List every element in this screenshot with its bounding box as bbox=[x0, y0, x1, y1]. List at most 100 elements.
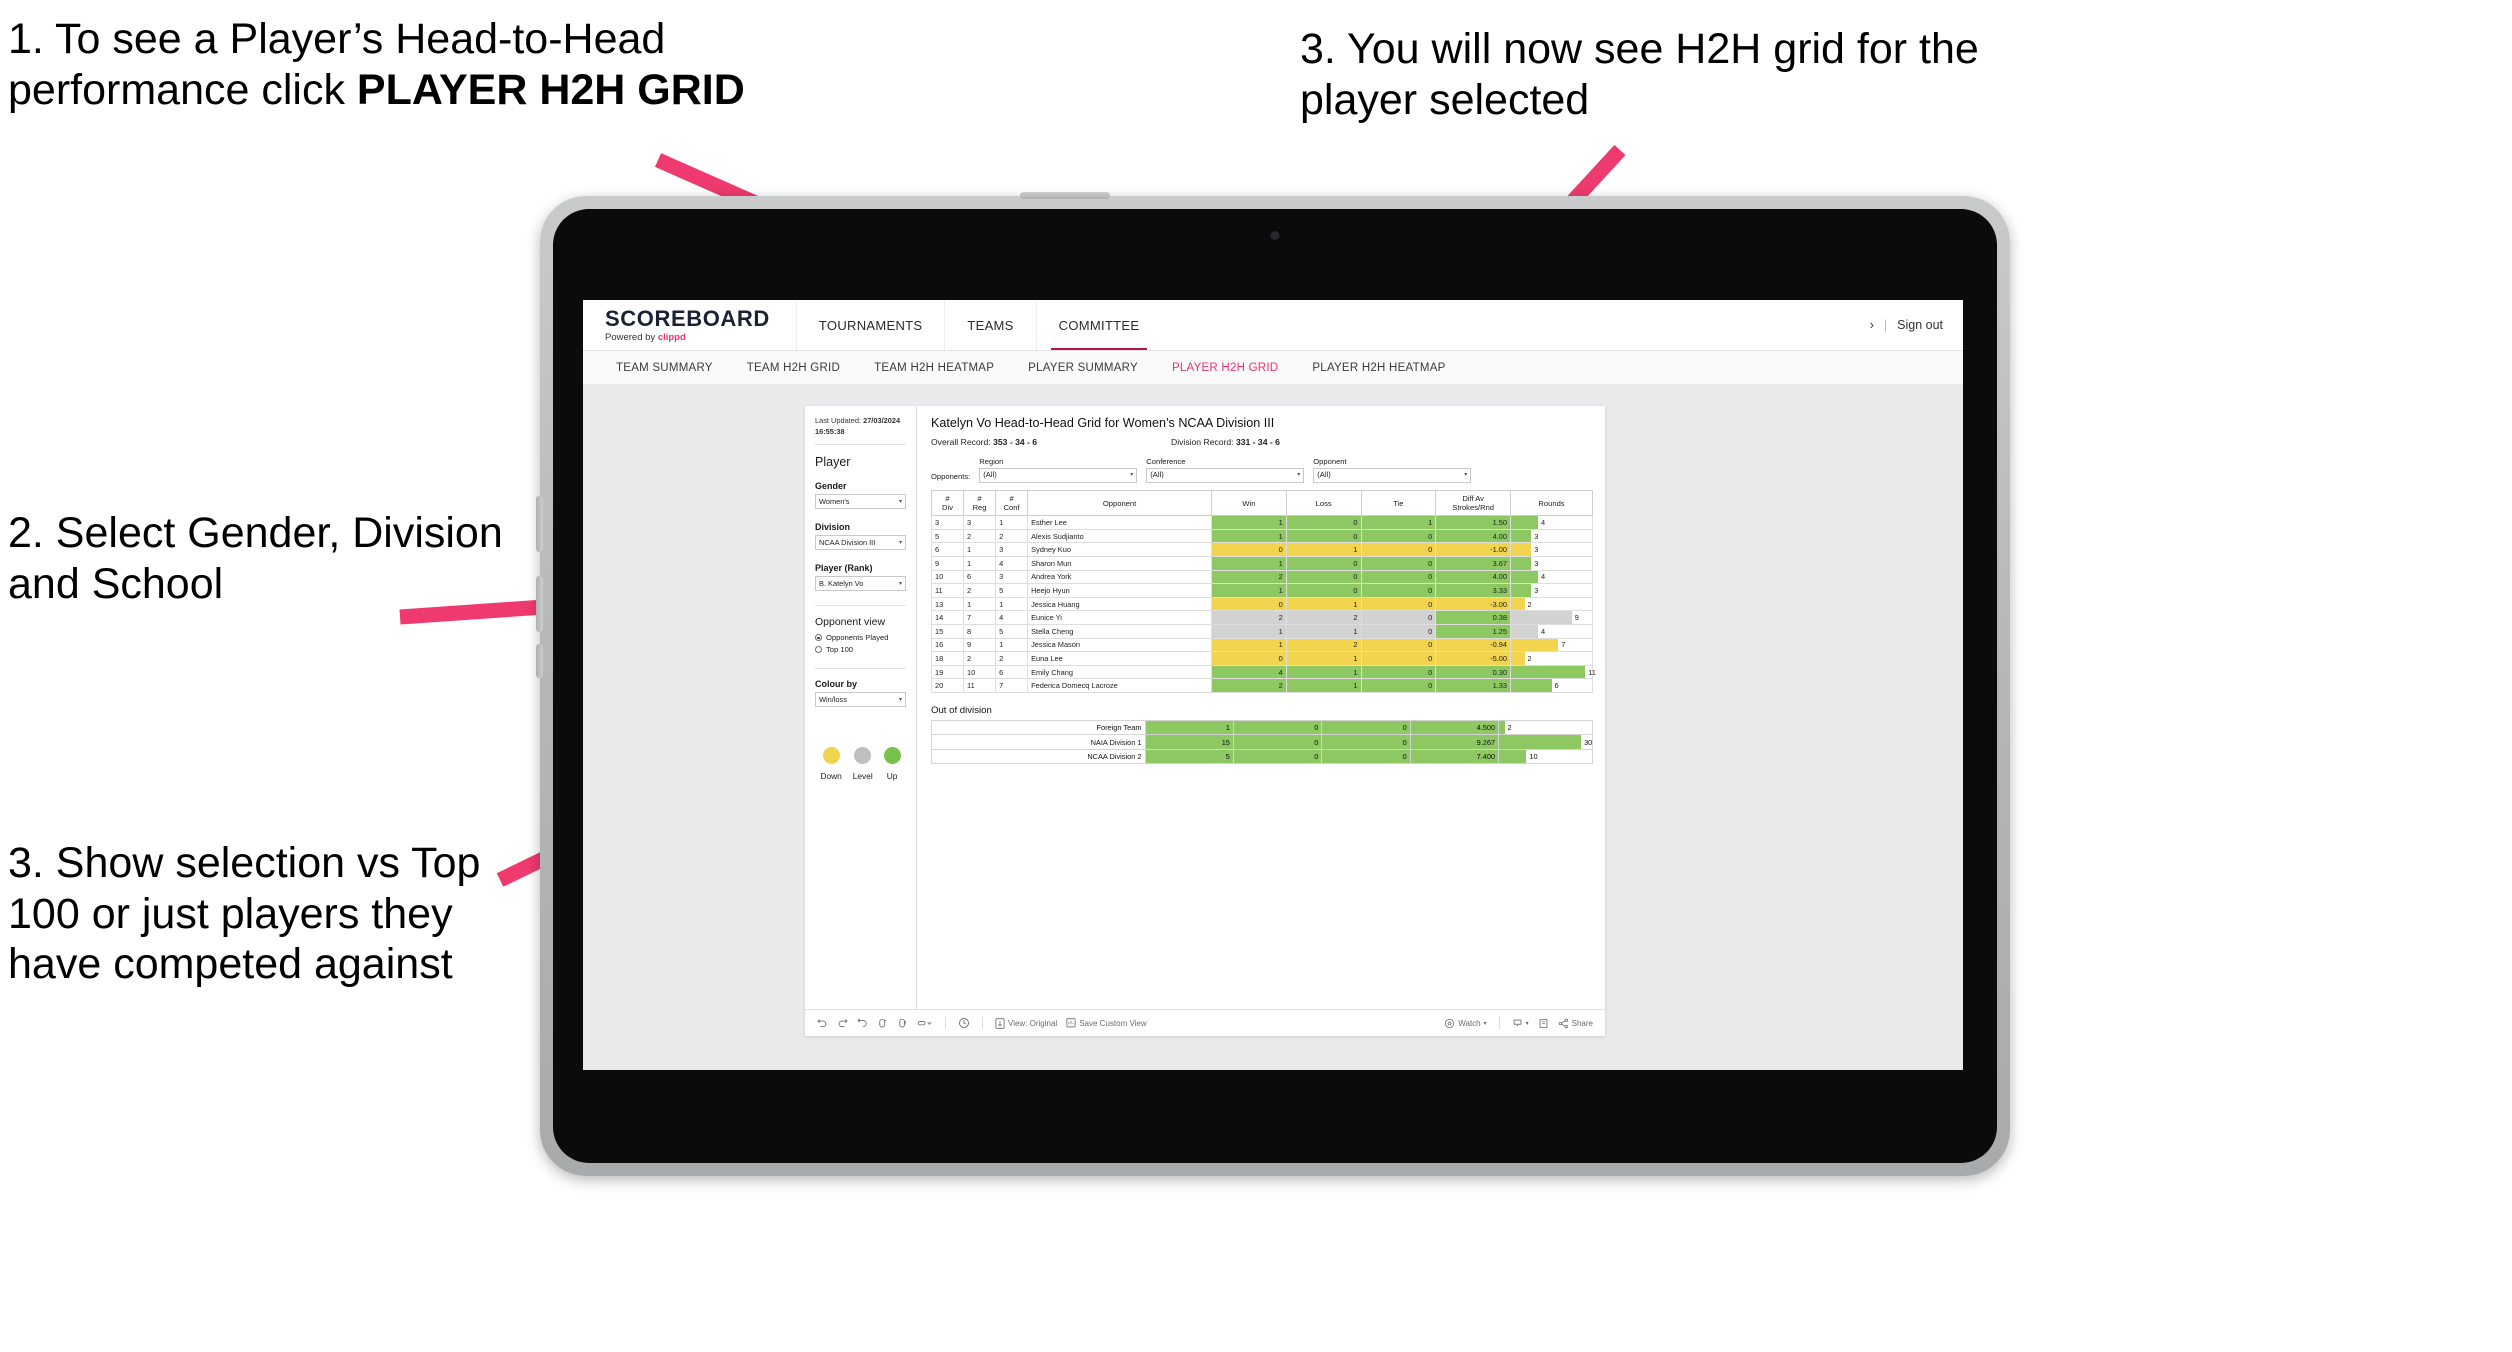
table-row[interactable]: 20 11 7 Federica Domecq Lacroze 2 1 0 1.33 6 bbox=[930, 678, 1593, 693]
chevron-down-icon: ▾ bbox=[898, 581, 902, 588]
conference-select[interactable]: (All) ▾ bbox=[1146, 468, 1305, 483]
col-loss[interactable]: Loss bbox=[1285, 489, 1362, 517]
legend-up-swatch bbox=[883, 747, 901, 765]
opponent-view-heading: Opponent view bbox=[815, 616, 886, 629]
subnav-player-summary[interactable]: PLAYER SUMMARY bbox=[1011, 362, 1155, 374]
sign-out-link[interactable]: Sign out bbox=[1897, 318, 1943, 332]
radio-unselected-icon bbox=[815, 646, 822, 654]
chevron-down-icon: ▾ bbox=[1464, 472, 1468, 478]
table-row[interactable]: 5 2 2 Alexis Sudjianto 1 0 0 4.00 3 bbox=[930, 528, 1593, 544]
table-row[interactable]: 15 8 5 Stella Cheng 1 1 0 1.25 4 bbox=[930, 623, 1593, 639]
view-original-button[interactable]: View: Original bbox=[995, 1017, 1057, 1029]
shape-dropdown-icon[interactable] bbox=[917, 1018, 933, 1029]
table-row[interactable]: 6 1 3 Sydney Kuo 0 1 0 -1.00 3 bbox=[930, 542, 1593, 557]
subnav-team-h2h-heatmap[interactable]: TEAM H2H HEATMAP bbox=[857, 362, 1011, 374]
legend-level-label: Level bbox=[852, 771, 873, 782]
cell-diff: 3.67 bbox=[1435, 556, 1512, 571]
gender-label: Gender bbox=[815, 481, 847, 492]
table-row[interactable]: 13 1 1 Jessica Huang 0 1 0 -3.00 2 bbox=[930, 596, 1593, 612]
download-button[interactable]: ▾ bbox=[1512, 1018, 1529, 1029]
revert-icon[interactable] bbox=[857, 1017, 868, 1029]
watch-button[interactable]: Watch ▾ bbox=[1444, 1018, 1487, 1029]
last-updated-label: Last Updated: bbox=[815, 416, 864, 425]
redo-icon[interactable] bbox=[837, 1018, 848, 1029]
history-icon[interactable] bbox=[958, 1017, 970, 1029]
table-row[interactable]: NCAA Division 2 5 0 0 7.400 10 bbox=[931, 748, 1593, 765]
cell-reg: 9 bbox=[963, 637, 997, 653]
cell-win: 0 bbox=[1211, 596, 1287, 612]
cell-win: 2 bbox=[1211, 678, 1287, 693]
colour-by-select[interactable]: Win/loss ▾ bbox=[815, 692, 906, 708]
col-conf[interactable]: # Conf bbox=[995, 489, 1029, 517]
nav-tournaments[interactable]: TOURNAMENTS bbox=[795, 300, 944, 350]
brand-tagline-prefix: Powered by bbox=[605, 331, 658, 343]
cell-opponent: Sydney Kuo bbox=[1027, 542, 1213, 557]
cell-rounds: 4 bbox=[1510, 515, 1593, 530]
chevron-right-icon[interactable]: › bbox=[1870, 318, 1874, 332]
refresh-icon[interactable] bbox=[877, 1018, 888, 1029]
save-custom-view-button[interactable]: Save Custom View bbox=[1066, 1017, 1147, 1029]
opponent-label: Opponent bbox=[1313, 457, 1347, 466]
overall-record: Overall Record: 353 - 34 - 6 bbox=[931, 437, 1171, 447]
table-row[interactable]: 16 9 1 Jessica Mason 1 2 0 -0.94 7 bbox=[930, 637, 1593, 653]
cell-rounds: 6 bbox=[1510, 678, 1593, 693]
table-row[interactable]: 14 7 4 Eunice Yi 2 2 0 0.38 9 bbox=[930, 610, 1593, 625]
table-row[interactable]: 18 2 2 Euna Lee 0 1 0 -5.00 2 bbox=[930, 651, 1593, 666]
table-row[interactable]: NAIA Division 1 15 0 0 9.267 30 bbox=[931, 734, 1593, 750]
table-row[interactable]: 9 1 4 Sharon Mun 1 0 0 3.67 3 bbox=[930, 556, 1593, 571]
cell-diff: 0.38 bbox=[1435, 610, 1512, 625]
cell-opponent: Euna Lee bbox=[1027, 651, 1213, 666]
nav-committee[interactable]: COMMITTEE bbox=[1035, 300, 1162, 350]
col-reg[interactable]: # Reg bbox=[963, 489, 997, 517]
conference-label: Conference bbox=[1146, 457, 1186, 466]
cell-tie: 0 bbox=[1360, 623, 1437, 639]
col-div[interactable]: # Div bbox=[930, 489, 965, 517]
opponent-select[interactable]: (All) ▾ bbox=[1313, 468, 1472, 483]
player-section-heading: Player bbox=[815, 455, 851, 470]
chevron-down-icon: ▾ bbox=[1525, 1020, 1529, 1027]
legend-level-swatch bbox=[854, 747, 872, 765]
cell-tie: 0 bbox=[1360, 556, 1437, 571]
cell-diff: -5.00 bbox=[1435, 651, 1512, 666]
cell-tie: 0 bbox=[1360, 569, 1437, 585]
cell-rounds: 11 bbox=[1510, 664, 1596, 680]
table-row[interactable]: 11 2 5 Heejo Hyun 1 0 0 3.33 3 bbox=[930, 583, 1593, 598]
table-row[interactable]: Foreign Team 1 0 0 4.500 2 bbox=[931, 719, 1593, 736]
browser-viewport: SCOREBOARD Powered by clippd TOURNAMENTS… bbox=[583, 300, 1963, 1070]
undo-icon[interactable] bbox=[817, 1018, 828, 1029]
col-opponent[interactable]: Opponent bbox=[1027, 489, 1213, 517]
brand-tagline: Powered by clippd bbox=[605, 333, 770, 343]
col-rounds[interactable]: Rounds bbox=[1510, 489, 1593, 517]
pause-icon[interactable] bbox=[897, 1018, 908, 1029]
table-row[interactable]: 10 6 3 Andrea York 2 0 0 4.00 4 bbox=[930, 569, 1593, 585]
col-win[interactable]: Win bbox=[1211, 489, 1287, 517]
cell-conf: 3 bbox=[995, 542, 1029, 557]
region-select[interactable]: (All) ▾ bbox=[979, 468, 1138, 483]
division-value: NCAA Division III bbox=[819, 538, 876, 548]
subnav-team-h2h-grid[interactable]: TEAM H2H GRID bbox=[730, 362, 857, 374]
tablet-side-button bbox=[536, 644, 543, 678]
col-tie[interactable]: Tie bbox=[1360, 489, 1437, 517]
division-select[interactable]: NCAA Division III ▾ bbox=[815, 535, 906, 551]
player-rank-select[interactable]: B. Katelyn Vo ▾ bbox=[815, 576, 906, 592]
table-row[interactable]: 3 3 1 Esther Lee 1 0 1 1.50 4 bbox=[930, 515, 1593, 530]
col-diff[interactable]: Diff Av Strokes/Rnd bbox=[1435, 489, 1512, 517]
cell-ood-diff: 7.400 bbox=[1409, 748, 1500, 765]
cell-ood-tie: 0 bbox=[1321, 748, 1411, 765]
share-button[interactable]: Share bbox=[1558, 1018, 1593, 1029]
cell-rounds: 4 bbox=[1510, 569, 1593, 585]
cell-win: 1 bbox=[1211, 637, 1287, 653]
cell-rounds: 3 bbox=[1510, 556, 1593, 571]
gender-select[interactable]: Women's ▾ bbox=[815, 494, 906, 510]
cell-ood-name: NCAA Division 2 bbox=[931, 748, 1146, 765]
player-rank-field: Player (Rank) B. Katelyn Vo ▾ bbox=[815, 563, 906, 592]
nav-teams[interactable]: TEAMS bbox=[944, 300, 1035, 350]
fullscreen-button[interactable] bbox=[1538, 1018, 1549, 1029]
subnav-player-h2h-heatmap[interactable]: PLAYER H2H HEATMAP bbox=[1295, 362, 1462, 374]
subnav-team-summary[interactable]: TEAM SUMMARY bbox=[599, 362, 730, 374]
table-row[interactable]: 19 10 6 Emily Chang 4 1 0 0.30 11 bbox=[930, 664, 1596, 680]
radio-opponents-played[interactable]: Opponents Played bbox=[815, 633, 906, 642]
radio-top-100[interactable]: Top 100 bbox=[815, 645, 906, 654]
cell-diff: -3.00 bbox=[1435, 596, 1512, 612]
subnav-player-h2h-grid[interactable]: PLAYER H2H GRID bbox=[1155, 362, 1295, 374]
